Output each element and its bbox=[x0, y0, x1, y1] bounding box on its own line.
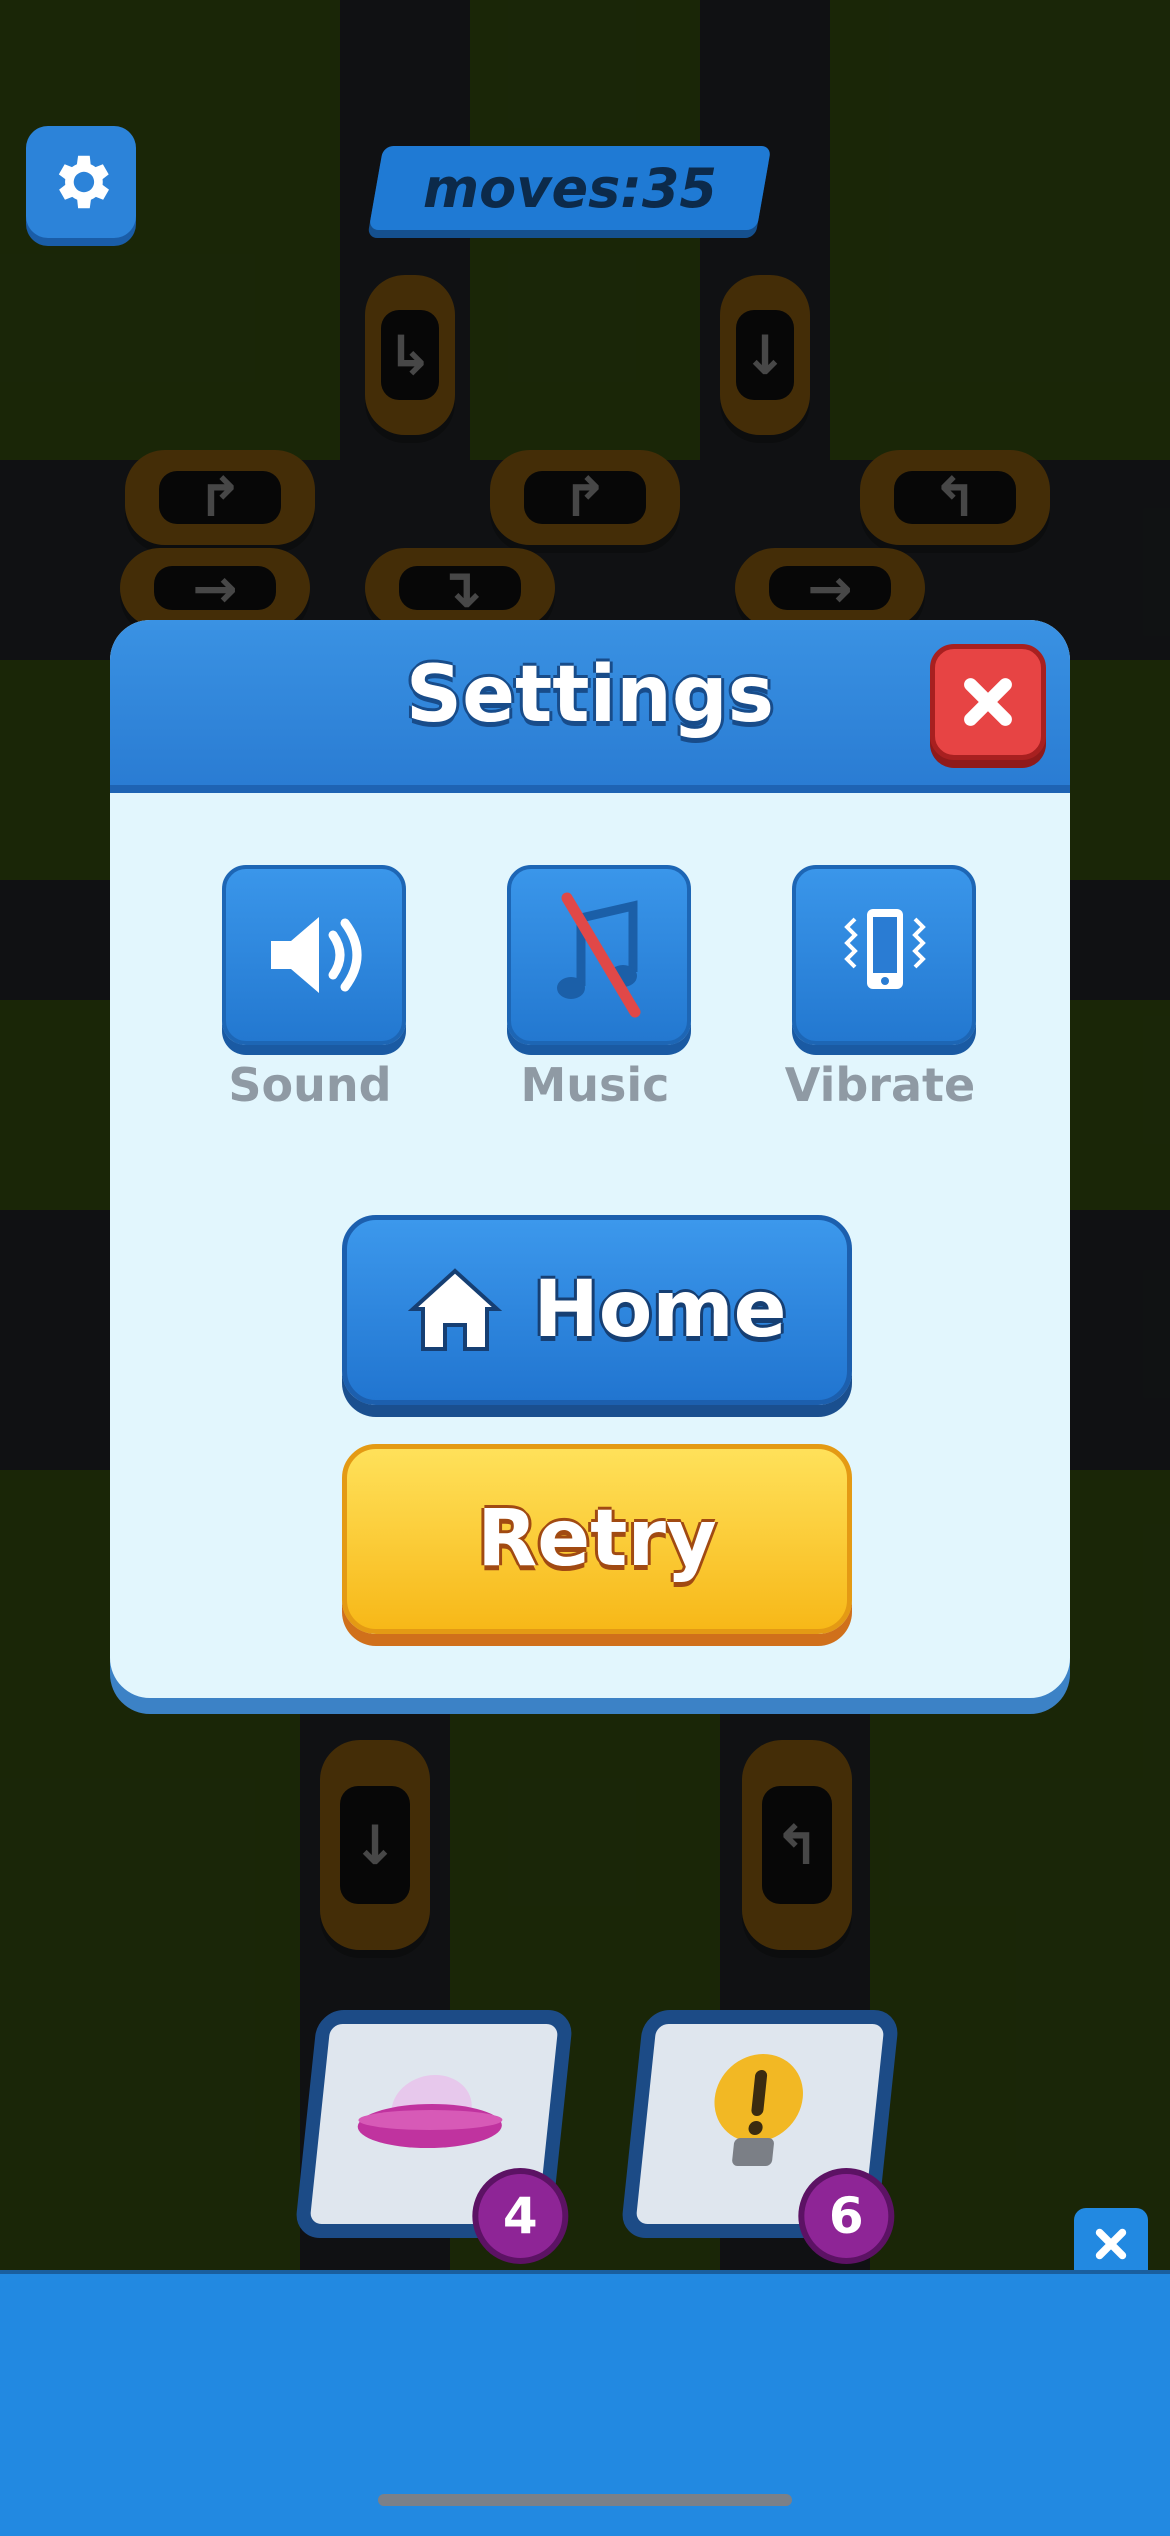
vibrate-phone-icon bbox=[844, 909, 926, 989]
vibrate-label: Vibrate bbox=[784, 1058, 976, 1112]
dialog-header: Settings bbox=[110, 620, 1070, 793]
booster-ufo[interactable]: 4 bbox=[294, 2010, 574, 2264]
close-button[interactable] bbox=[930, 644, 1046, 760]
music-label: Music bbox=[520, 1058, 670, 1112]
gear-icon bbox=[58, 155, 110, 209]
settings-button[interactable] bbox=[26, 126, 136, 238]
moves-text: moves:35 bbox=[422, 156, 718, 220]
moves-counter: moves:35 bbox=[368, 146, 772, 230]
sound-label: Sound bbox=[228, 1058, 392, 1112]
booster-hint[interactable]: 6 bbox=[620, 2010, 900, 2264]
home-label: Home bbox=[533, 1265, 787, 1355]
music-note-muted-icon bbox=[557, 892, 641, 1018]
lightbulb-hint-icon bbox=[714, 2054, 803, 2166]
booster-count-badge: 4 bbox=[472, 2168, 569, 2264]
speaker-icon bbox=[271, 917, 362, 993]
retry-button[interactable]: Retry bbox=[342, 1444, 852, 1634]
home-button[interactable]: Home bbox=[342, 1215, 852, 1405]
house-icon bbox=[408, 1268, 503, 1351]
ufo-icon bbox=[357, 2075, 503, 2148]
close-icon bbox=[1095, 2228, 1127, 2260]
close-icon bbox=[964, 678, 1012, 726]
retry-label: Retry bbox=[477, 1494, 717, 1584]
home-indicator bbox=[378, 2494, 792, 2506]
booster-count-badge: 6 bbox=[798, 2168, 895, 2264]
sound-toggle-button[interactable] bbox=[222, 865, 406, 1045]
vibrate-toggle-button[interactable] bbox=[792, 865, 976, 1045]
music-toggle-button[interactable] bbox=[507, 865, 691, 1045]
dialog-title: Settings bbox=[405, 650, 775, 740]
